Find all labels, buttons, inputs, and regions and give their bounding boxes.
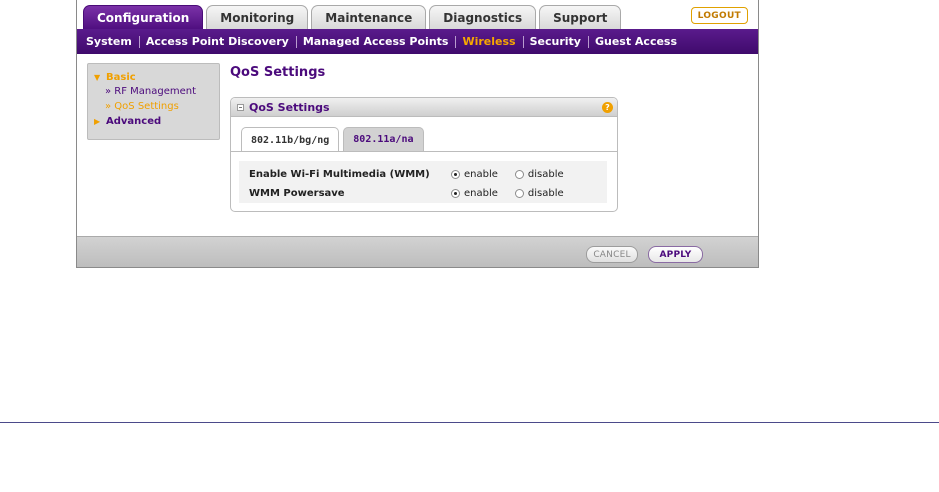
- logout-button[interactable]: LOGOUT: [690, 7, 748, 24]
- wmm-enable-label: enable: [464, 168, 498, 180]
- chevron-down-icon: ▼: [94, 73, 101, 82]
- tab-diagnostics[interactable]: Diagnostics: [429, 5, 537, 29]
- subnav-security[interactable]: Security: [530, 35, 589, 48]
- setting-row-wmm-powersave: WMM Powersave enable disable: [249, 185, 581, 201]
- tab-802-11a-na[interactable]: 802.11a/na: [343, 127, 424, 151]
- page-title: QoS Settings: [230, 65, 326, 80]
- page-divider-line: [0, 422, 939, 423]
- wmm-powersave-disable-label: disable: [527, 187, 564, 199]
- menu-item-rf-management[interactable]: » RF Management: [94, 84, 219, 99]
- chevron-right-icon: ▶: [94, 117, 101, 126]
- subnav-access-point-discovery[interactable]: Access Point Discovery: [146, 35, 297, 48]
- side-menu: ▼ Basic » RF Management » QoS Settings ▶…: [87, 63, 220, 140]
- wmm-disable-radio[interactable]: [514, 169, 524, 179]
- collapse-icon[interactable]: [237, 103, 244, 111]
- footer-bar: CANCEL APPLY: [77, 236, 758, 267]
- tab-divider: [231, 151, 617, 152]
- panel-header: QoS Settings ?: [231, 98, 617, 117]
- wmm-powersave-enable-label: enable: [464, 187, 498, 199]
- sub-navigation: System Access Point Discovery Managed Ac…: [77, 29, 758, 54]
- help-icon[interactable]: ?: [602, 102, 613, 113]
- wmm-disable-label: disable: [527, 168, 564, 180]
- menu-item-qos-settings[interactable]: » QoS Settings: [94, 99, 219, 114]
- wmm-powersave-disable-radio[interactable]: [514, 188, 524, 198]
- tab-configuration[interactable]: Configuration: [83, 5, 204, 29]
- menu-group-basic[interactable]: ▼ Basic: [94, 72, 219, 83]
- subnav-wireless[interactable]: Wireless: [462, 35, 524, 48]
- cancel-button[interactable]: CANCEL: [586, 246, 638, 263]
- apply-button[interactable]: APPLY: [648, 246, 703, 263]
- panel-title: QoS Settings: [249, 100, 330, 114]
- wmm-powersave-enable-radio[interactable]: [451, 188, 460, 198]
- tab-802-11b-bg-ng[interactable]: 802.11b/bg/ng: [241, 127, 340, 152]
- wmm-enable-radio[interactable]: [451, 169, 460, 179]
- tab-support[interactable]: Support: [539, 5, 622, 29]
- band-tabs: 802.11b/bg/ng 802.11a/na: [241, 127, 424, 152]
- main-tabs: Configuration Monitoring Maintenance Dia…: [83, 5, 622, 29]
- qos-settings-panel: QoS Settings ? 802.11b/bg/ng 802.11a/na …: [230, 97, 618, 212]
- tab-monitoring[interactable]: Monitoring: [206, 5, 309, 29]
- subnav-guest-access[interactable]: Guest Access: [595, 35, 684, 48]
- setting-row-wmm: Enable Wi-Fi Multimedia (WMM) enable dis…: [249, 166, 581, 182]
- subnav-system[interactable]: System: [86, 35, 140, 48]
- wmm-powersave-label: WMM Powersave: [249, 187, 345, 199]
- settings-body: Enable Wi-Fi Multimedia (WMM) enable dis…: [239, 161, 607, 203]
- menu-group-advanced-label: Advanced: [106, 116, 162, 127]
- wmm-label: Enable Wi-Fi Multimedia (WMM): [249, 168, 430, 180]
- subnav-managed-access-points[interactable]: Managed Access Points: [303, 35, 457, 48]
- menu-group-advanced[interactable]: ▶ Advanced: [94, 116, 219, 127]
- menu-group-basic-label: Basic: [106, 72, 136, 83]
- tab-maintenance[interactable]: Maintenance: [311, 5, 427, 29]
- router-admin-window: Configuration Monitoring Maintenance Dia…: [76, 0, 759, 268]
- top-tab-strip: Configuration Monitoring Maintenance Dia…: [77, 0, 758, 29]
